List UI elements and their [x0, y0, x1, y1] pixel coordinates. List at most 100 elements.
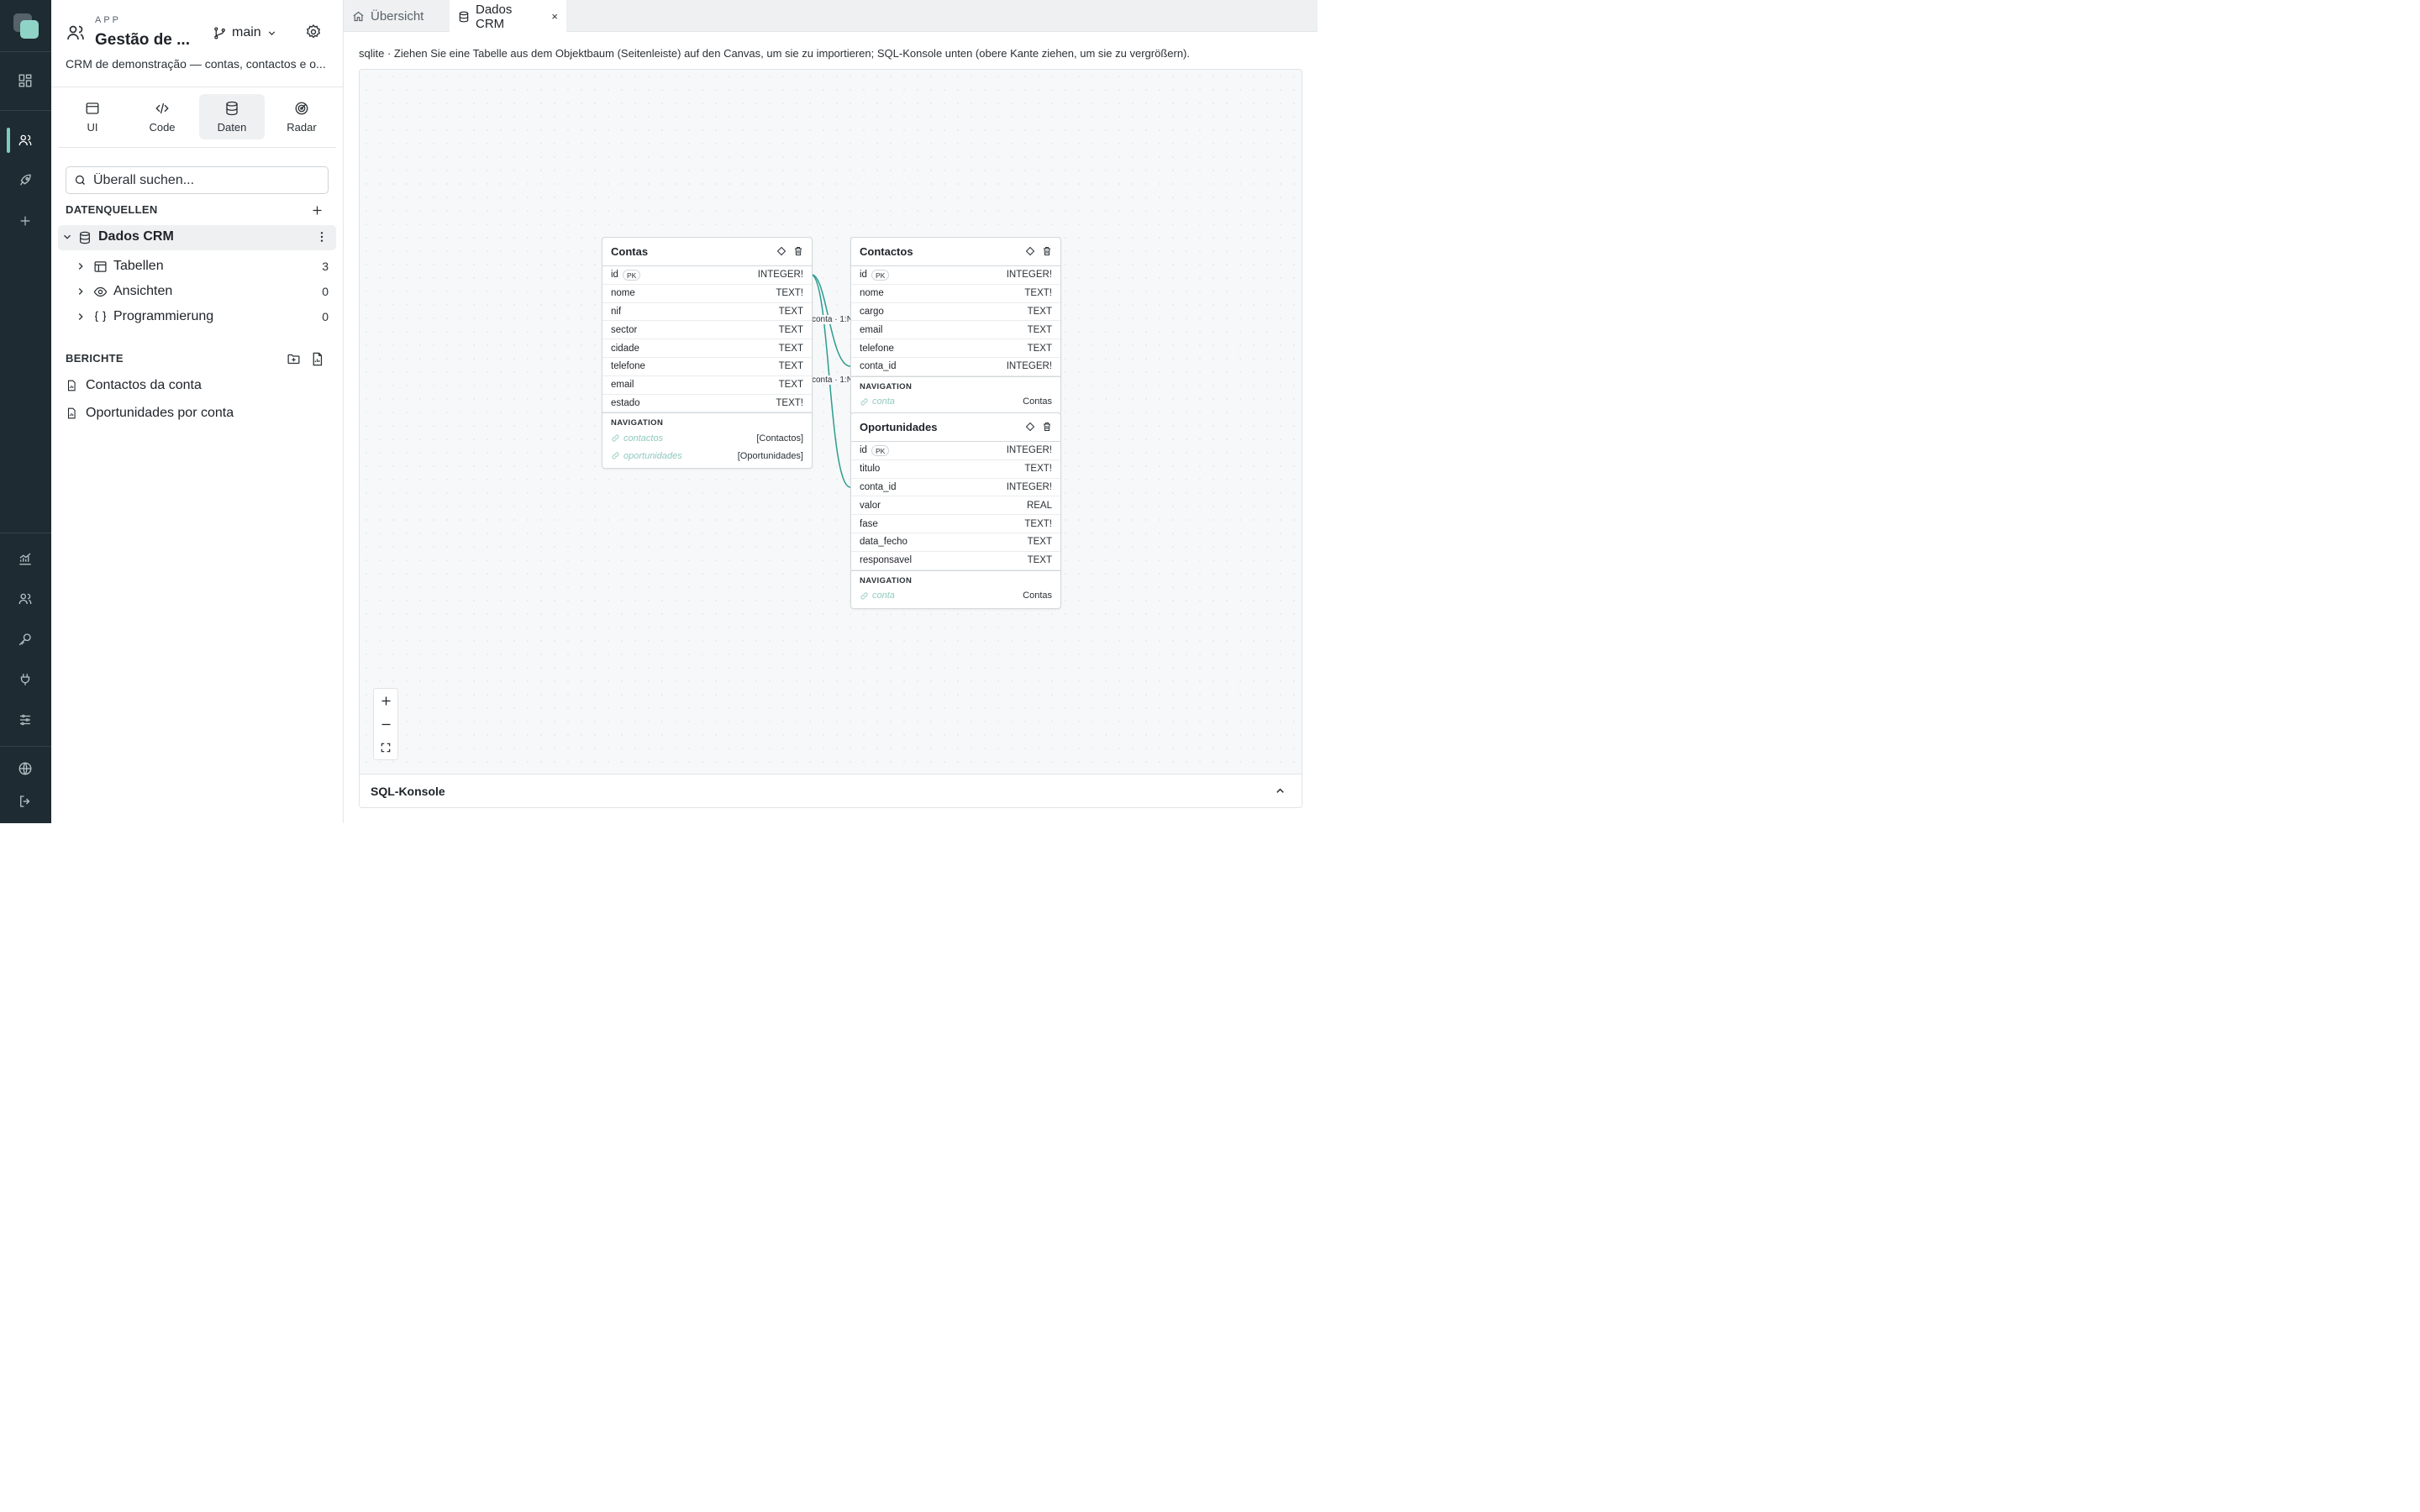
chevron-down-icon[interactable]: [61, 231, 73, 243]
table-card-contas[interactable]: Contas id PK INTEGER! nome TEXT! nif TEXT se…: [602, 237, 813, 470]
trash-icon[interactable]: [793, 246, 803, 256]
tree-item-count: 0: [322, 285, 329, 298]
code-icon: [155, 101, 170, 116]
branch-selector[interactable]: main: [213, 24, 277, 42]
add-report-icon[interactable]: [308, 349, 326, 368]
field-row[interactable]: id PK INTEGER!: [851, 266, 1060, 285]
field-row[interactable]: sector TEXT: [602, 321, 812, 340]
table-card-oportunidades[interactable]: Oportunidades id PK INTEGER! titulo TEXT! c…: [850, 412, 1061, 609]
mode-radar[interactable]: Radar: [269, 94, 334, 139]
navigation-title: NAVIGATION: [860, 381, 913, 391]
app-description: CRM de demonstração — contas, contactos …: [66, 57, 326, 71]
pk-badge: PK: [622, 269, 641, 281]
chevron-right-icon[interactable]: [75, 311, 87, 323]
tree-item-tabellen[interactable]: Tabellen 3: [58, 256, 336, 278]
field-type: INTEGER!: [1006, 445, 1052, 456]
navigation-row[interactable]: conta Contas: [860, 393, 1052, 411]
plus-icon[interactable]: [15, 211, 35, 231]
field-row[interactable]: responsavel TEXT: [851, 552, 1060, 570]
field-type: REAL: [1026, 500, 1052, 511]
mode-daten[interactable]: Daten: [199, 94, 265, 139]
chevron-right-icon[interactable]: [75, 286, 87, 297]
trash-icon[interactable]: [1042, 246, 1052, 256]
tree-item-programmierung[interactable]: Programmierung 0: [58, 307, 336, 328]
field-row[interactable]: id PK INTEGER!: [602, 266, 812, 285]
search-input[interactable]: [93, 172, 320, 188]
field-row[interactable]: id PK INTEGER!: [851, 442, 1060, 460]
main-area: Übersicht Dados CRM × sqlite · Ziehen Si…: [344, 0, 1318, 823]
diamond-icon[interactable]: [1025, 246, 1035, 256]
field-row[interactable]: titulo TEXT!: [851, 460, 1060, 479]
field-row[interactable]: nome TEXT!: [602, 285, 812, 303]
field-row[interactable]: cidade TEXT: [602, 339, 812, 358]
table-name: Contas: [611, 245, 649, 258]
tree-item-ansichten[interactable]: Ansichten 0: [58, 281, 336, 303]
close-tab-icon[interactable]: ×: [551, 10, 558, 23]
fit-view-button[interactable]: [374, 736, 397, 759]
logout-icon[interactable]: [15, 791, 35, 811]
field-name: fase: [860, 518, 878, 529]
sql-console-bar[interactable]: SQL-Konsole: [360, 774, 1302, 807]
zoom-out-button[interactable]: [374, 712, 397, 736]
plug-icon[interactable]: [15, 669, 35, 690]
field-type: TEXT: [778, 306, 803, 317]
sliders-icon[interactable]: [15, 710, 35, 730]
diamond-icon[interactable]: [776, 246, 786, 256]
database-icon: [224, 101, 239, 116]
users-icon[interactable]: [15, 130, 35, 150]
logo[interactable]: [13, 13, 39, 39]
field-row[interactable]: telefone TEXT: [602, 358, 812, 376]
field-row[interactable]: data_fecho TEXT: [851, 533, 1060, 552]
team-icon[interactable]: [15, 589, 35, 609]
schema-canvas[interactable]: conta · 1:N conta · 1:N Contas id PK INTEG…: [359, 69, 1302, 808]
tab-overview[interactable]: Übersicht: [344, 0, 448, 32]
eye-icon: [93, 285, 108, 299]
field-row[interactable]: valor REAL: [851, 496, 1060, 516]
field-name: conta_id: [860, 361, 897, 372]
diamond-icon[interactable]: [1025, 422, 1035, 432]
report-item[interactable]: Oportunidades por conta: [66, 404, 234, 423]
dashboard-icon[interactable]: [15, 71, 35, 91]
field-row[interactable]: telefone TEXT: [851, 339, 1060, 358]
field-row[interactable]: nome TEXT!: [851, 285, 1060, 303]
field-row[interactable]: conta_id INTEGER!: [851, 358, 1060, 376]
chevron-right-icon[interactable]: [75, 260, 87, 272]
analytics-icon[interactable]: [15, 549, 35, 569]
key-icon[interactable]: [15, 629, 35, 649]
mode-code[interactable]: Code: [129, 94, 195, 139]
field-row[interactable]: cargo TEXT: [851, 303, 1060, 322]
search-box[interactable]: [66, 166, 329, 194]
rocket-icon[interactable]: [15, 171, 35, 191]
report-icon: [66, 407, 77, 419]
mode-ui[interactable]: UI: [60, 94, 125, 139]
tab-dados-crm[interactable]: Dados CRM ×: [450, 0, 566, 33]
icon-rail: [0, 0, 51, 823]
relation-label: conta · 1:N: [812, 375, 853, 385]
field-row[interactable]: estado TEXT!: [602, 395, 812, 413]
navigation-target: Contas: [1023, 591, 1052, 601]
navigation-row[interactable]: conta Contas: [860, 587, 1052, 605]
more-vertical-icon[interactable]: [315, 230, 329, 244]
table-card-contactos[interactable]: Contactos id PK INTEGER! nome TEXT! cargo TE…: [850, 237, 1061, 415]
field-row[interactable]: email TEXT: [602, 376, 812, 395]
datasource-dados-crm[interactable]: Dados CRM: [58, 225, 336, 250]
add-datasource-icon[interactable]: [308, 201, 326, 219]
navigation-row[interactable]: oportunidades [Oportunidades]: [611, 447, 803, 465]
braces-icon: [93, 310, 108, 324]
chevron-up-icon[interactable]: [1274, 785, 1286, 797]
relation-label: conta · 1:N: [812, 315, 853, 324]
globe-icon[interactable]: [15, 759, 35, 779]
navigation-title: NAVIGATION: [611, 418, 664, 428]
navigation-name: conta: [872, 591, 895, 601]
field-row[interactable]: fase TEXT!: [851, 515, 1060, 533]
report-item[interactable]: Contactos da conta: [66, 376, 202, 395]
gear-icon[interactable]: [305, 24, 322, 40]
add-folder-icon[interactable]: [284, 349, 302, 368]
field-row[interactable]: conta_id INTEGER!: [851, 479, 1060, 497]
zoom-in-button[interactable]: [374, 689, 397, 712]
field-row[interactable]: email TEXT: [851, 321, 1060, 340]
trash-icon[interactable]: [1042, 422, 1052, 432]
field-row[interactable]: nif TEXT: [602, 303, 812, 322]
navigation-row[interactable]: contactos [Contactos]: [611, 429, 803, 447]
datasources-title: DATENQUELLEN: [66, 203, 158, 216]
